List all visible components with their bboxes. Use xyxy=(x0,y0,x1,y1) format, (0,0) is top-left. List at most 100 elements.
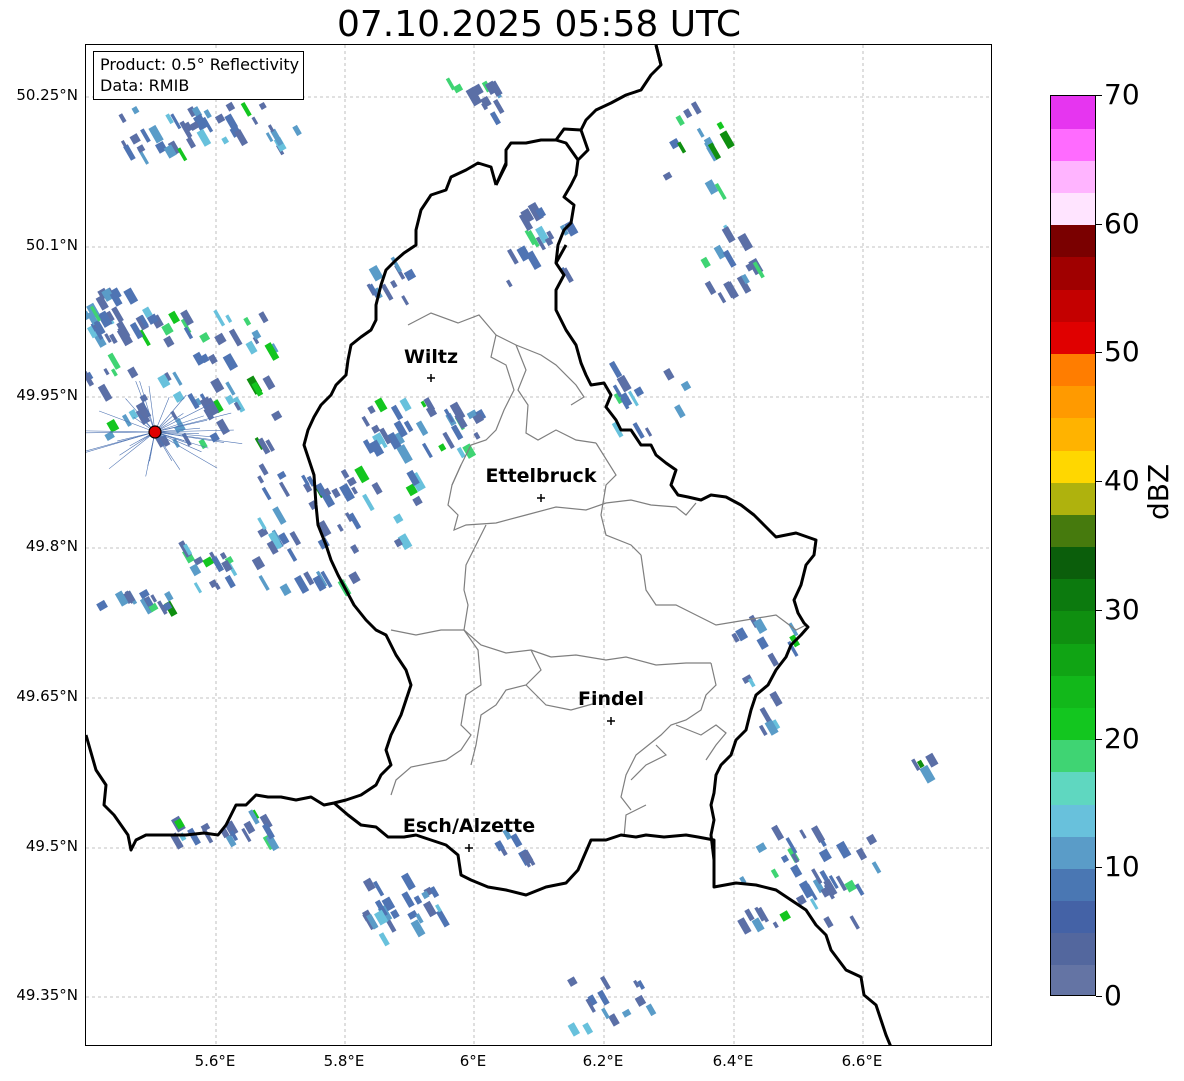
colorbar-tick-label: 60 xyxy=(1104,206,1140,240)
echo-cell xyxy=(262,823,275,840)
echo-cell xyxy=(193,582,203,594)
echo-cell xyxy=(185,136,197,149)
echo-cell xyxy=(339,483,355,502)
clutter-ray xyxy=(86,431,156,434)
echo-cell xyxy=(645,1003,657,1017)
city-markers: Wiltz Ettelbruck Findel Esch/Alzette xyxy=(403,346,644,852)
echo-cell xyxy=(680,380,692,392)
echo-cell xyxy=(200,822,211,832)
echo-cell xyxy=(770,868,780,879)
echo-cell xyxy=(871,861,882,874)
echo-cell xyxy=(675,114,685,126)
echo-cell xyxy=(818,848,832,863)
echo-cell xyxy=(616,374,632,393)
echo-cell xyxy=(225,101,236,112)
echo-cell xyxy=(374,397,388,413)
echo-cell xyxy=(401,891,415,908)
colorbar-tick-label: 10 xyxy=(1104,850,1140,884)
echo-cell xyxy=(128,409,139,420)
echo-cell xyxy=(747,677,756,688)
colorbar-segment xyxy=(1051,128,1095,161)
colorbar-segment xyxy=(1051,803,1095,837)
echo-cell xyxy=(779,910,791,922)
colorbar-segment xyxy=(1051,932,1095,966)
echo-cell xyxy=(224,113,239,130)
echo-cell xyxy=(367,405,376,415)
colorbar-segment xyxy=(1051,417,1095,451)
echo-cell xyxy=(271,410,283,422)
product-label: Product: 0.5° Reflectivity xyxy=(100,55,300,74)
colorbar-segment xyxy=(1051,256,1095,290)
colorbar-tick xyxy=(1096,609,1102,611)
echo-cell xyxy=(107,352,121,370)
echo-cell xyxy=(772,921,779,929)
echo-cell xyxy=(609,360,623,379)
colorbar-tick xyxy=(1096,996,1102,997)
colorbar-tick-label: 30 xyxy=(1104,592,1140,626)
echo-cell xyxy=(601,1007,610,1020)
echo-cell xyxy=(835,875,848,892)
city-label: Findel xyxy=(578,688,644,710)
echo-cell xyxy=(361,415,371,427)
country-borders xyxy=(86,45,892,1045)
colorbar-segment xyxy=(1051,739,1095,773)
lat-label: 49.95°N xyxy=(16,386,78,404)
echo-cell xyxy=(811,825,826,844)
echo-cell xyxy=(189,563,202,577)
echo-cell xyxy=(373,880,385,897)
echo-cell xyxy=(336,523,344,532)
echo-cell xyxy=(210,377,225,394)
echo-cell xyxy=(412,495,423,507)
colorbar-segment xyxy=(1051,675,1095,708)
echo-cell xyxy=(136,144,146,154)
echo-cell xyxy=(493,99,505,115)
radar-map[interactable]: Wiltz Ettelbruck Findel Esch/Alzette xyxy=(85,44,992,1046)
echo-cell xyxy=(277,470,287,480)
colorbar-segment xyxy=(1051,546,1095,580)
echo-cell xyxy=(677,141,687,154)
echo-cell xyxy=(348,571,361,585)
echo-cell xyxy=(844,879,857,893)
echo-cell xyxy=(780,854,790,863)
echo-cell xyxy=(704,280,717,296)
echo-cell xyxy=(567,976,578,987)
echo-cell xyxy=(224,574,236,589)
echo-cell xyxy=(208,353,218,365)
echo-cell xyxy=(771,824,785,841)
lon-label: 6°E xyxy=(459,1052,487,1070)
echo-cell xyxy=(267,124,275,133)
echo-cell xyxy=(286,547,298,562)
colorbar-segment xyxy=(1051,289,1095,322)
colorbar-segment xyxy=(1051,160,1095,194)
echo-cell xyxy=(240,101,252,117)
echo-cell xyxy=(258,101,267,110)
echo-cell xyxy=(127,366,139,379)
echo-cell xyxy=(767,652,779,667)
clutter-ray xyxy=(86,430,156,433)
echo-cell xyxy=(257,527,269,538)
colorbar-segment xyxy=(1051,321,1095,355)
colorbar-segment xyxy=(1051,224,1095,258)
colorbar-tick-label: 50 xyxy=(1104,335,1140,369)
echo-cell xyxy=(473,431,481,440)
colorbar-segment xyxy=(1051,868,1095,902)
lat-label: 50.1°N xyxy=(25,236,78,254)
echo-cell xyxy=(243,316,252,326)
echo-cell xyxy=(224,394,235,406)
echo-cell xyxy=(221,136,230,145)
colorbar-segment xyxy=(1051,836,1095,869)
colorbar-tick xyxy=(1096,867,1102,869)
echo-cell xyxy=(371,424,381,434)
echo-cell xyxy=(346,476,357,487)
echo-cell xyxy=(331,487,341,499)
colorbar-tick xyxy=(1096,352,1102,354)
lat-label: 49.8°N xyxy=(25,537,78,555)
echo-cell xyxy=(180,309,194,326)
echo-cell xyxy=(438,443,447,452)
echo-cell xyxy=(435,909,450,928)
echo-cell xyxy=(123,287,139,305)
echo-cell xyxy=(368,264,384,282)
echo-cell xyxy=(111,368,118,377)
echo-cell xyxy=(759,706,772,723)
echo-cell xyxy=(597,989,610,1006)
